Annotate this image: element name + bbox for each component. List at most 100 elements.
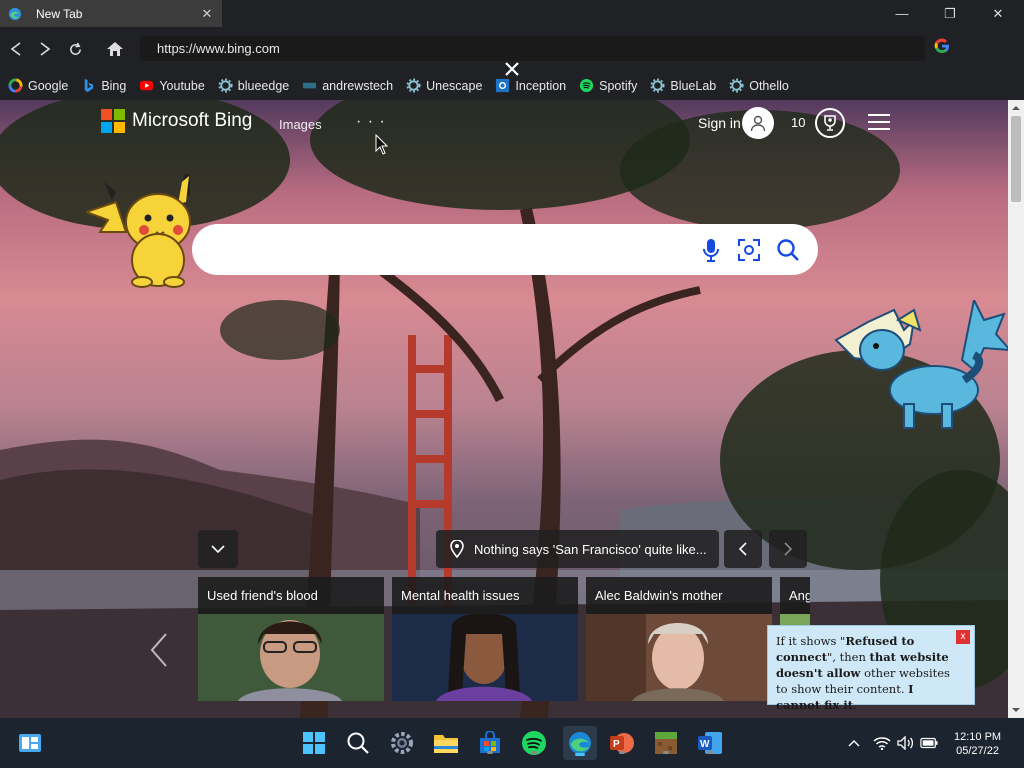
volume-icon xyxy=(897,736,914,750)
show-hidden-icons-button[interactable] xyxy=(845,735,863,751)
widgets-button[interactable] xyxy=(15,728,45,758)
voice-search-button[interactable] xyxy=(698,237,724,263)
bookmark-blueedge[interactable]: blueedge xyxy=(218,78,289,93)
clock-time: 12:10 PM xyxy=(954,731,1002,743)
bing-homepage: Microsoft Bing Images · · · Sign in 10 N… xyxy=(0,100,1008,718)
bookmark-label: Google xyxy=(28,78,69,93)
google-icon xyxy=(8,78,23,93)
taskbar: P W 12:10 PM 05/27/22 xyxy=(0,718,1024,768)
back-arrow-icon xyxy=(10,42,21,56)
store-app[interactable] xyxy=(475,728,505,758)
tab-new-tab[interactable]: New Tab ✕ xyxy=(0,0,222,27)
location-pin-icon xyxy=(450,540,464,558)
overlay-close-button[interactable] xyxy=(500,57,524,81)
pikachu-sprite-image xyxy=(86,174,191,288)
maximize-button[interactable]: ❐ xyxy=(927,0,973,27)
scroll-down-icon[interactable] xyxy=(1008,705,1024,715)
mouse-cursor-icon xyxy=(375,134,389,155)
signin-link[interactable]: Sign in xyxy=(698,115,741,131)
file-explorer-app[interactable] xyxy=(431,728,461,758)
wifi-status[interactable] xyxy=(873,735,891,751)
rewards-button[interactable] xyxy=(815,108,845,138)
page-scrollbar[interactable] xyxy=(1008,100,1024,718)
back-button[interactable] xyxy=(4,37,28,61)
visual-search-button[interactable] xyxy=(736,237,762,263)
address-bar[interactable]: https://www.bing.com xyxy=(140,36,925,61)
running-indicator xyxy=(487,751,493,754)
bookmark-label: blueedge xyxy=(237,78,290,93)
previous-image-button[interactable] xyxy=(724,530,762,568)
news-card[interactable]: Used friend's blood xyxy=(198,577,384,701)
minimize-button[interactable]: — xyxy=(879,0,925,27)
image-info-button[interactable]: Nothing says 'San Francisco' quite like.… xyxy=(436,530,719,568)
news-card-title: Mental health issues xyxy=(392,577,578,614)
bookmark-label: Othello xyxy=(749,78,789,93)
news-card-image xyxy=(586,614,772,701)
reload-button[interactable] xyxy=(63,37,87,61)
spotify-app[interactable] xyxy=(519,728,549,758)
volume-status[interactable] xyxy=(897,735,915,751)
taskbar-search-button[interactable] xyxy=(343,728,373,758)
globe-icon xyxy=(303,82,317,89)
bookmark-label: Spotify xyxy=(599,78,638,93)
powerpoint-app[interactable]: P xyxy=(607,728,637,758)
scrollbar-thumb[interactable] xyxy=(1011,116,1021,202)
avatar[interactable] xyxy=(742,107,774,139)
news-card-title: Alec Baldwin's mother xyxy=(586,577,772,614)
active-indicator xyxy=(575,753,585,756)
image-caption: Nothing says 'San Francisco' quite like.… xyxy=(474,541,707,557)
nav-more-button[interactable]: · · · xyxy=(356,113,386,131)
word-app[interactable]: W xyxy=(695,728,725,758)
edge-app[interactable] xyxy=(563,726,597,760)
bookmark-bluelab[interactable]: BlueLab xyxy=(650,78,716,93)
next-image-button[interactable] xyxy=(769,530,807,568)
minecraft-app[interactable] xyxy=(651,728,681,758)
forward-button[interactable] xyxy=(33,37,57,61)
start-button[interactable] xyxy=(299,728,329,758)
battery-icon xyxy=(920,737,938,749)
bing-logo[interactable]: Microsoft Bing xyxy=(101,109,252,133)
bookmark-othello[interactable]: Othello xyxy=(729,78,789,93)
bookmark-unescape[interactable]: Unescape xyxy=(406,78,482,93)
nav-images-link[interactable]: Images xyxy=(279,117,322,132)
svg-text:P: P xyxy=(613,739,620,750)
bookmark-bing[interactable]: Bing xyxy=(81,78,126,93)
tooltip-text: . xyxy=(853,698,857,712)
user-icon xyxy=(750,115,766,132)
spotify-icon xyxy=(580,78,594,93)
bookmark-google[interactable]: Google xyxy=(8,78,68,93)
bing-icon xyxy=(85,78,94,93)
chevron-up-icon xyxy=(848,740,860,747)
taskbar-clock[interactable]: 12:10 PM 05/27/22 xyxy=(954,730,1001,758)
menu-button[interactable] xyxy=(868,114,890,130)
search-button[interactable] xyxy=(775,237,801,263)
address-url: https://www.bing.com xyxy=(157,41,280,56)
collapse-feed-button[interactable] xyxy=(198,530,238,568)
svg-text:W: W xyxy=(700,739,710,750)
bookmark-youtube[interactable]: Youtube xyxy=(139,78,205,93)
google-icon[interactable] xyxy=(934,38,950,54)
rewards-count[interactable]: 10 xyxy=(791,115,805,130)
news-card[interactable]: Mental health issues xyxy=(392,577,578,701)
youtube-icon xyxy=(140,80,154,91)
search-input[interactable] xyxy=(192,224,818,275)
bookmark-andrewstech[interactable]: andrewstech xyxy=(302,78,393,93)
close-window-button[interactable]: ✕ xyxy=(975,0,1021,27)
running-indicator xyxy=(707,751,713,754)
tab-title: New Tab xyxy=(36,6,83,21)
edge-icon xyxy=(8,7,22,20)
tab-close-icon[interactable]: ✕ xyxy=(198,5,216,23)
news-card[interactable]: Alec Baldwin's mother xyxy=(586,577,772,701)
scroll-up-icon[interactable] xyxy=(1008,103,1024,113)
bookmark-spotify[interactable]: Spotify xyxy=(579,78,637,93)
news-card-image xyxy=(392,614,578,701)
tooltip-close-button[interactable]: x xyxy=(956,630,970,644)
bookmark-label: Unescape xyxy=(426,78,483,93)
news-carousel-prev-icon[interactable] xyxy=(148,632,170,668)
settings-app[interactable] xyxy=(387,728,417,758)
home-button[interactable] xyxy=(103,37,127,61)
file-explorer-icon xyxy=(434,735,458,753)
battery-status[interactable] xyxy=(920,735,938,751)
running-indicator xyxy=(663,751,669,754)
vaporeon-sprite-image xyxy=(834,300,1008,429)
